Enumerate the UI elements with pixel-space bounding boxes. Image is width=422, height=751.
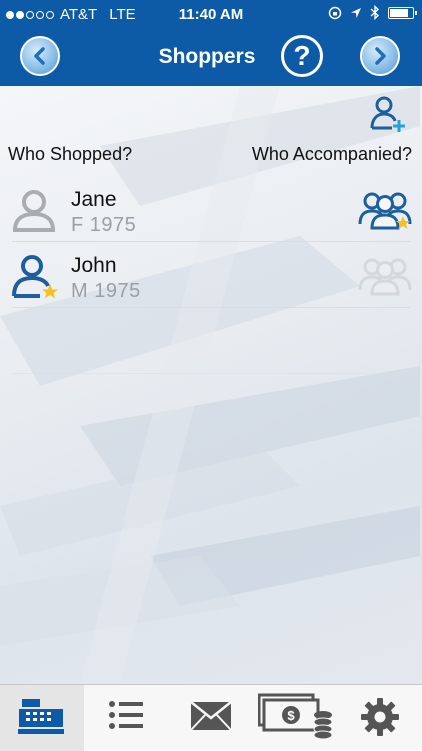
- svg-text:$: $: [287, 708, 295, 723]
- who-accompanied-header: Who Accompanied?: [251, 144, 412, 164]
- bluetooth-icon: [370, 5, 380, 20]
- chevron-right-icon: [375, 47, 386, 65]
- accompanied-inactive-icon[interactable]: [357, 254, 413, 298]
- status-bar: AT&T LTE 11:40 AM: [0, 0, 422, 30]
- help-button[interactable]: ?: [281, 35, 323, 77]
- tab-bar: $: [0, 684, 422, 751]
- tab-settings[interactable]: [338, 685, 422, 751]
- tab-list[interactable]: [84, 685, 168, 751]
- row-divider: [12, 373, 410, 374]
- battery-level: [390, 8, 408, 17]
- empty-row: [0, 308, 422, 374]
- gear-icon: [361, 698, 399, 736]
- shopper-meta: M 1975: [71, 280, 141, 302]
- forward-button[interactable]: [360, 36, 400, 76]
- register-icon: [18, 699, 64, 734]
- mail-icon: [190, 701, 232, 731]
- battery-icon: [388, 6, 417, 19]
- list-icon: [109, 701, 143, 729]
- person-inactive-icon[interactable]: [10, 186, 58, 236]
- app-header: AT&T LTE 11:40 AM Shoppers ?: [0, 0, 422, 86]
- shopper-row-jane[interactable]: Jane F 1975: [0, 176, 422, 242]
- shopper-name: John: [71, 254, 117, 277]
- location-arrow-icon: [351, 7, 361, 18]
- shoppers-panel: Who Shopped? Who Accompanied? Jane F 197…: [0, 86, 422, 684]
- person-primary-icon[interactable]: [10, 252, 62, 302]
- shopper-name: Jane: [71, 188, 117, 211]
- orientation-lock-icon: [328, 6, 342, 19]
- shopper-row-john[interactable]: John M 1975: [0, 242, 422, 308]
- accompanied-active-icon[interactable]: [357, 188, 413, 232]
- tab-mail[interactable]: [168, 685, 252, 751]
- tab-register[interactable]: [0, 685, 84, 751]
- tab-money[interactable]: $: [252, 685, 338, 751]
- status-right: [328, 5, 417, 20]
- who-shopped-header: Who Shopped?: [8, 144, 133, 164]
- shopper-meta: F 1975: [71, 214, 137, 236]
- money-icon: $: [258, 693, 333, 739]
- add-shopper-button[interactable]: [368, 94, 408, 134]
- page-title: Shoppers: [158, 45, 256, 68]
